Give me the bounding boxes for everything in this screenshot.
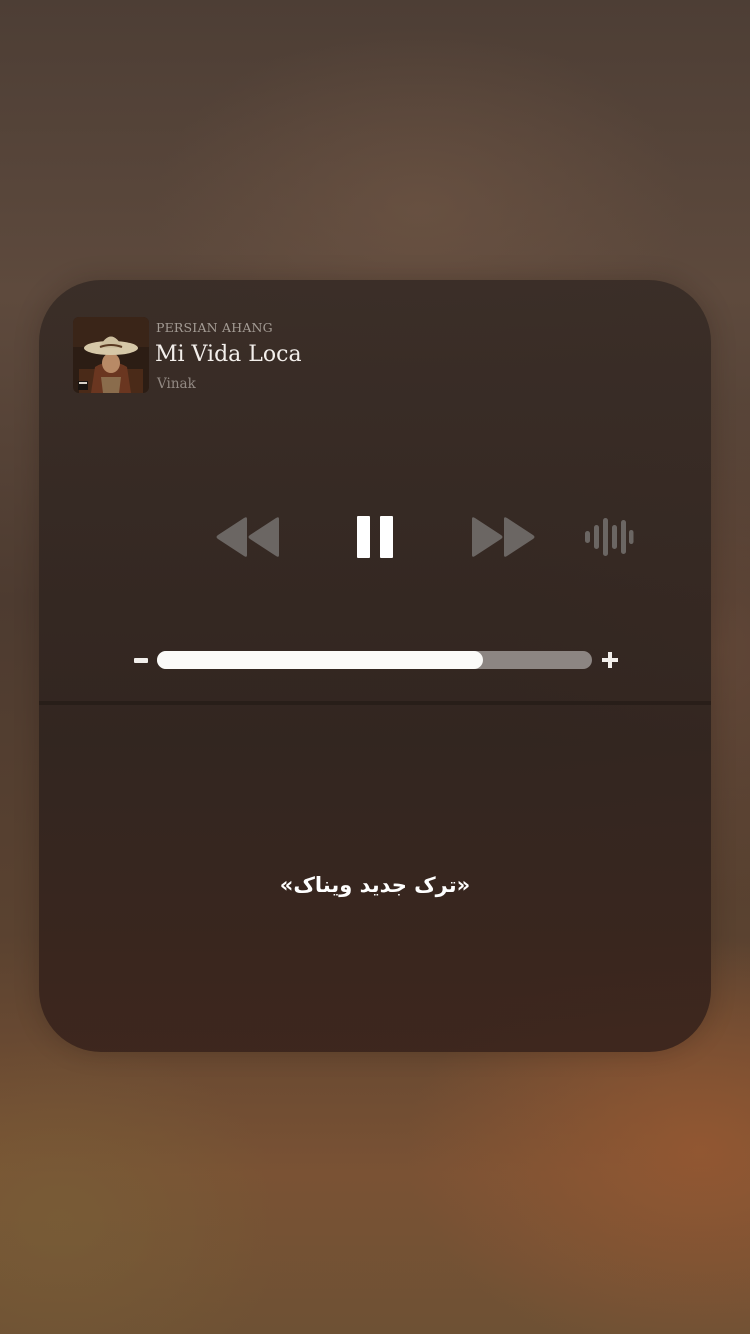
caption-text: «ترک جدید ویناک» <box>279 873 471 897</box>
now-playing-panel: PERSIAN AHANG Mi Vida Loca Vinak «ترک جد… <box>39 280 711 1052</box>
volume-level-fill <box>157 651 484 669</box>
fast-forward-button[interactable] <box>469 516 537 558</box>
panel-divider <box>39 701 711 705</box>
rewind-icon <box>216 517 279 557</box>
volume-slider[interactable] <box>157 651 592 669</box>
minus-icon <box>134 650 148 670</box>
fast-forward-icon <box>472 517 535 557</box>
audio-output-button[interactable] <box>584 517 634 557</box>
track-title: Mi Vida Loca <box>155 342 302 367</box>
source-label: PERSIAN AHANG <box>156 320 273 335</box>
pause-button[interactable] <box>353 514 397 560</box>
plus-icon <box>601 650 619 670</box>
pause-icon <box>357 516 393 558</box>
rewind-button[interactable] <box>214 516 282 558</box>
artist-name: Vinak <box>157 376 196 392</box>
album-artwork[interactable] <box>73 317 149 393</box>
audio-waveform-icon <box>585 518 634 556</box>
